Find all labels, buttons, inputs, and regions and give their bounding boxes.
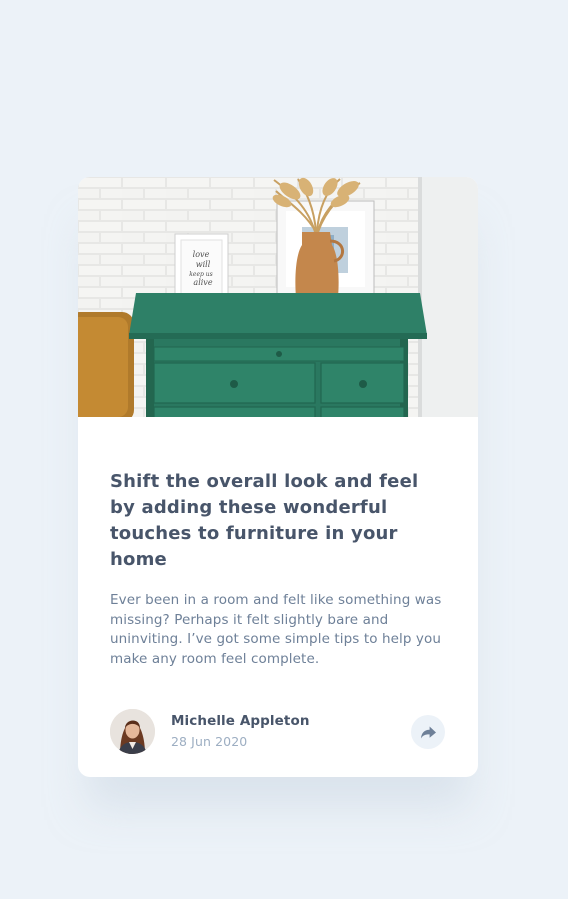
author-avatar [110,709,155,754]
drawers-photo: love will keep us alive [78,177,478,417]
svg-text:keep us: keep us [189,271,212,278]
svg-text:will: will [196,260,211,269]
author-row: Michelle Appleton 28 Jun 2020 [110,709,446,755]
article-body: Shift the overall look and feel by addin… [110,469,446,573]
author-name[interactable]: Michelle Appleton [171,713,310,729]
article-title[interactable]: Shift the overall look and feel by addin… [110,469,446,573]
share-arrow-icon [420,726,436,738]
svg-text:alive: alive [193,278,212,287]
svg-text:love: love [193,250,210,259]
share-button[interactable] [411,715,445,749]
article-card: love will keep us alive Shift the overal… [78,177,478,777]
publish-date: 28 Jun 2020 [171,734,248,749]
article-excerpt: Ever been in a room and felt like someth… [110,592,442,667]
